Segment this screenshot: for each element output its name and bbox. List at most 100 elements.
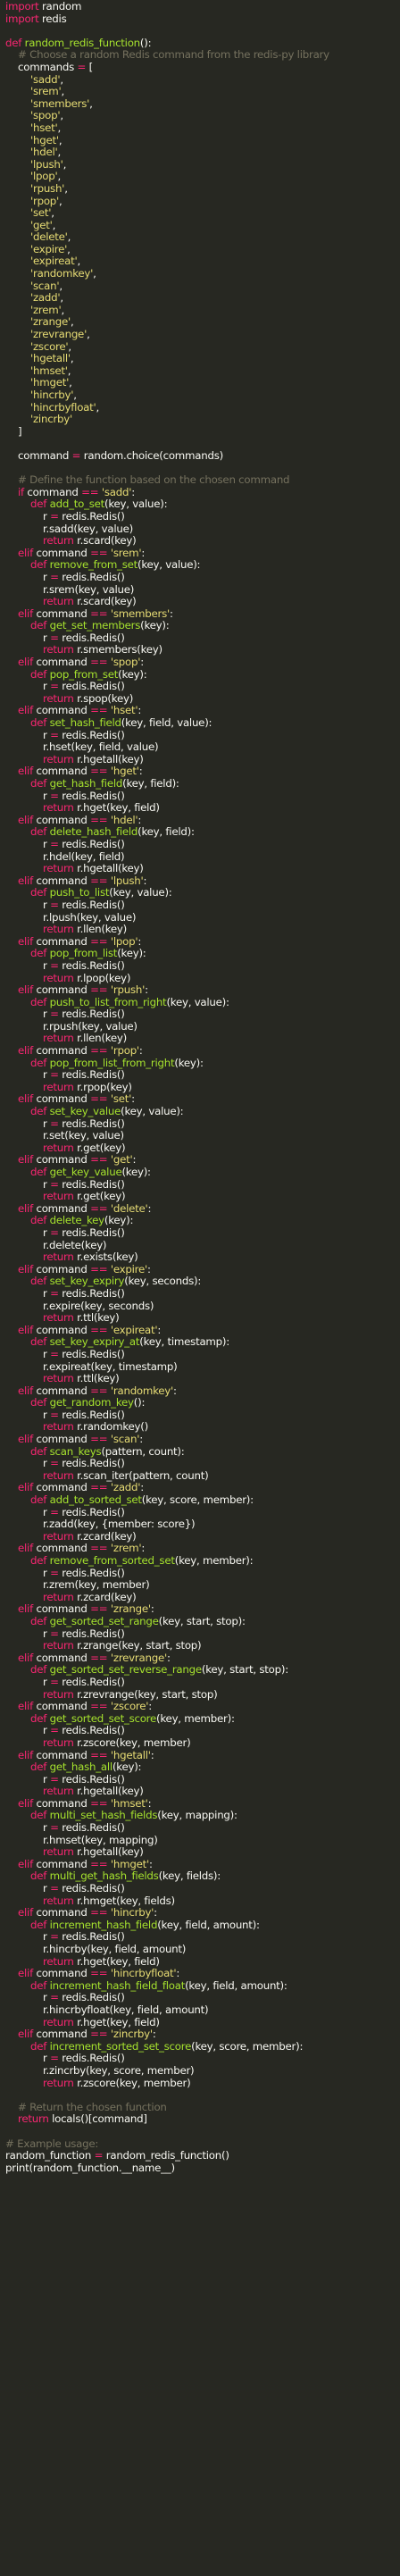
code-line: def set_key_expiry(key, seconds): [5,1275,398,1288]
keyword-token: elif [18,1153,33,1167]
text-token: command [32,1748,91,1761]
string-token: 'get' [30,218,53,231]
code-line: 'zscore', [5,339,398,354]
string-token: 'hget' [110,765,139,778]
keyword-token: def [30,1166,47,1178]
text-token: redis.Redis() [58,1675,125,1688]
operator-token: = [50,1882,59,1895]
string-token: 'randomkey' [30,267,94,280]
code-line: # Define the function based on the chose… [5,473,398,487]
text-token: , [57,121,62,134]
code-line: def scan_keys(pattern, count): [5,1445,398,1459]
code-line: r.hdel(key, field) [5,850,398,864]
keyword-token: return [18,2112,49,2126]
operator-token: == [90,874,108,887]
keyword-token: def [30,1711,47,1725]
code-line: elif command == 'lpush': [5,874,398,888]
text-token: r [5,728,51,741]
string-token: 'sadd' [30,72,61,86]
operator-token: = [50,509,59,523]
text-token: , [68,339,71,353]
code-line: return r.zcard(key) [5,1530,398,1543]
text-token: (): [139,36,152,49]
text-token: command [32,934,91,948]
text-token: r [5,1627,51,1640]
operator-token: == [90,1201,108,1215]
string-token: 'set' [110,1092,132,1106]
text-token: r.expire(key, seconds) [5,1299,154,1312]
string-token: 'expire' [30,242,68,255]
text-token: (key, fields): [158,1869,221,1883]
code-line: 'rpush', [5,182,398,196]
keyword-token: def [30,1275,47,1288]
code-block: import random import redis def random_red… [5,0,398,2174]
code-line: return r.hget(key, field) [5,2016,398,2029]
operator-token: == [90,1044,108,1058]
code-line: 'rpop', [5,195,398,208]
code-line: def increment_hash_field_float(key, fiel… [5,1979,398,1993]
text-token: redis.Redis() [58,958,125,972]
code-line: 'set', [5,206,398,220]
text-token: command [32,1651,91,1664]
code-line: def add_to_set(key, value): [5,498,398,511]
text-token: r.sadd(key, value) [5,522,133,535]
text-token: [ [86,60,94,73]
operator-token: = [50,789,59,802]
text-token: r [5,1675,51,1688]
code-line: return r.hget(key, field) [5,801,398,815]
text-token: , [58,133,62,146]
code-line: r = redis.Redis() [5,838,398,851]
keyword-token: def [30,1335,47,1349]
text-token: redis.Redis() [58,1457,125,1470]
text-token: r.hgetall(key) [73,1785,144,1798]
operator-token: = [50,728,59,741]
text-token: , [77,255,81,268]
operator-token: = [50,680,59,693]
code-line: random_function = random_redis_function(… [5,2149,398,2162]
text-token: r.rpop(key) [73,1080,132,1093]
keyword-token: def [30,1396,47,1409]
text-token: r.hget(key, field) [73,801,160,815]
code-line: r = redis.Redis() [5,1931,398,1944]
text-token: : [141,1542,146,1555]
text-token: redis.Redis() [58,1627,125,1640]
text-token: , [70,352,74,365]
text-token: (key, value): [166,995,229,1008]
string-token: 'smembers' [110,606,171,620]
function-name-token: push_to_list [49,886,110,899]
code-line: r.set(key, value) [5,1129,398,1142]
function-name-token: random_redis_function [24,36,141,49]
keyword-token: elif [18,874,33,887]
text-token: : [138,765,143,778]
code-line: return r.llen(key) [5,1033,398,1045]
text-token: (key): [104,1214,134,1227]
operator-token: == [90,1796,108,1810]
code-line: def get_hash_all(key): [5,1761,398,1774]
function-name-token: get_hash_field [49,777,123,790]
code-line: r = redis.Redis() [5,1821,398,1835]
code-line: # Example usage: [5,2137,398,2151]
text-token: r.scard(key) [73,595,137,608]
keyword-token: elif [18,704,33,717]
code-line: 'hdel', [5,146,398,159]
code-line: r = redis.Redis() [5,680,398,693]
text-token: : [176,1967,180,1980]
comment-token: # Return the chosen function [18,2100,167,2113]
text-token: command [32,1044,91,1058]
function-name-token: multi_get_hash_fields [49,1869,159,1883]
